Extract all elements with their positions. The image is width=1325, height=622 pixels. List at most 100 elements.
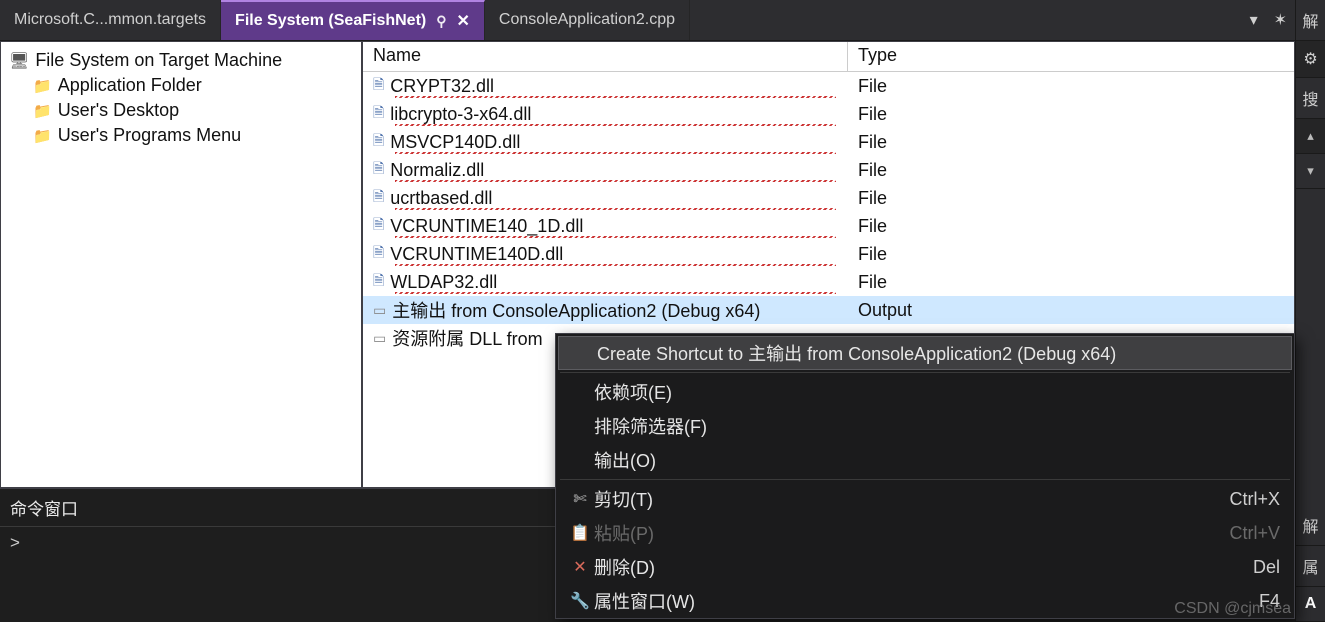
wrench-icon: 🔧 — [566, 591, 594, 611]
menu-item-label: 排除筛选器(F) — [594, 413, 1280, 439]
tree-item-label: File System on Target Machine — [35, 50, 282, 71]
list-item-type: Output — [848, 300, 1294, 321]
sidebar-stub-collapse[interactable]: ▴ — [1296, 119, 1325, 154]
list-item-name: MSVCP140D.dll — [390, 132, 520, 153]
output-icon: ▭ — [373, 302, 386, 319]
menu-item-cut[interactable]: ✄ 剪切(T) Ctrl+X — [556, 482, 1294, 516]
gear-icon: ✶ — [1274, 10, 1287, 30]
tree-item-label: User's Programs Menu — [58, 125, 242, 146]
file-icon: 🗎 — [373, 74, 384, 98]
list-item-type: File — [848, 188, 1294, 209]
tab-label: File System (SeaFishNet) — [235, 12, 426, 30]
file-icon: 🗎 — [373, 158, 384, 182]
tree-item-label: User's Desktop — [58, 100, 179, 121]
menu-item-label: 属性窗口(W) — [594, 588, 1220, 614]
pin-icon[interactable]: ⚲ — [436, 13, 446, 30]
menu-separator — [560, 372, 1290, 373]
file-icon: 🗎 — [373, 130, 384, 154]
menu-item-label: 删除(D) — [594, 554, 1220, 580]
folder-icon: 📁 — [33, 77, 52, 95]
sidebar-stub-gear[interactable]: ⚙ — [1296, 41, 1325, 78]
menu-item-properties-window[interactable]: 🔧 属性窗口(W) F4 — [556, 584, 1294, 618]
list-item-name: WLDAP32.dll — [390, 272, 497, 293]
close-icon[interactable]: ✕ — [456, 11, 469, 31]
list-row[interactable]: 🗎 ucrtbased.dll File — [363, 184, 1294, 212]
list-row[interactable]: 🗎VCRUNTIME140D.dllFile — [363, 240, 1294, 268]
column-header-name[interactable]: Name — [363, 42, 848, 71]
context-menu: Create Shortcut to 主输出 from ConsoleAppli… — [555, 333, 1295, 619]
list-item-name: ucrtbased.dll — [390, 188, 492, 209]
chevron-up-icon: ▴ — [1307, 128, 1314, 143]
list-row[interactable]: 🗎 WLDAP32.dll File — [363, 268, 1294, 296]
folder-icon: 📁 — [33, 102, 52, 120]
tree-item-users-programs-menu[interactable]: 📁 User's Programs Menu — [9, 123, 353, 148]
list-item-name: VCRUNTIME140D.dll — [390, 244, 563, 265]
delete-icon: ✕ — [566, 557, 594, 577]
output-icon: ▭ — [373, 330, 386, 347]
cut-icon: ✄ — [566, 489, 594, 509]
right-sidebar: 解 ⚙ 搜 ▴ ▾ 解 属 A — [1295, 0, 1325, 622]
menu-item-create-shortcut[interactable]: Create Shortcut to 主输出 from ConsoleAppli… — [558, 336, 1292, 370]
sidebar-stub-solution-explorer[interactable]: 解 — [1296, 0, 1325, 41]
list-item-type: File — [848, 76, 1294, 97]
tab-settings-gear[interactable]: ✶ — [1266, 0, 1295, 40]
folder-tree-pane: 🖥 File System on Target Machine 📁 Applic… — [0, 41, 362, 488]
menu-item-paste: 📋 粘贴(P) Ctrl+V — [556, 516, 1294, 550]
file-icon: 🗎 — [373, 214, 384, 238]
list-item-type: File — [848, 216, 1294, 237]
menu-item-outputs[interactable]: 输出(O) — [556, 443, 1294, 477]
menu-item-delete[interactable]: ✕ 删除(D) Del — [556, 550, 1294, 584]
sidebar-stub-properties[interactable]: 属 — [1296, 546, 1325, 587]
tab-label: ConsoleApplication2.cpp — [499, 11, 675, 29]
list-item-type: File — [848, 272, 1294, 293]
tab-microsoft-common-targets[interactable]: Microsoft.C...mmon.targets — [0, 0, 221, 40]
menu-item-label: 剪切(T) — [594, 486, 1220, 512]
file-icon: 🗎 — [373, 186, 384, 210]
tree-item-label: Application Folder — [58, 75, 202, 96]
tabs-overflow-dropdown[interactable]: ▾ — [1242, 0, 1266, 40]
menu-item-exclude-filter[interactable]: 排除筛选器(F) — [556, 409, 1294, 443]
sidebar-stub-search[interactable]: 搜 — [1296, 78, 1325, 119]
list-item-name: libcrypto-3-x64.dll — [390, 104, 531, 125]
menu-item-label: 输出(O) — [594, 447, 1280, 473]
list-item-name: VCRUNTIME140_1D.dll — [390, 216, 583, 237]
tree-item-application-folder[interactable]: 📁 Application Folder — [9, 73, 353, 98]
list-item-type: File — [848, 104, 1294, 125]
menu-item-dependencies[interactable]: 依赖项(E) — [556, 375, 1294, 409]
menu-item-accelerator: Ctrl+V — [1220, 523, 1280, 544]
tab-consoleapplication2-cpp[interactable]: ConsoleApplication2.cpp — [485, 0, 690, 40]
column-header-type[interactable]: Type — [848, 42, 1294, 71]
list-item-type: File — [848, 244, 1294, 265]
list-item-name: 资源附属 DLL from — [392, 325, 542, 351]
list-row[interactable]: 🗎CRYPT32.dllFile — [363, 72, 1294, 100]
list-row[interactable]: 🗎 MSVCP140D.dll File — [363, 128, 1294, 156]
list-row[interactable]: ▭ 主输出 from ConsoleApplication2 (Debug x64… — [363, 296, 1294, 324]
sidebar-stub-expand[interactable]: ▾ — [1296, 154, 1325, 189]
menu-item-accelerator: F4 — [1220, 591, 1280, 612]
sidebar-stub-a[interactable]: A — [1296, 587, 1325, 622]
menu-item-label: Create Shortcut to 主输出 from ConsoleAppli… — [597, 340, 1277, 366]
list-row[interactable]: 🗎 libcrypto-3-x64.dll File — [363, 100, 1294, 128]
menu-separator — [560, 479, 1290, 480]
chevron-down-icon: ▾ — [1250, 10, 1258, 30]
file-icon: 🗎 — [373, 270, 384, 294]
chevron-down-icon: ▾ — [1307, 163, 1314, 178]
list-item-name: Normaliz.dll — [390, 160, 484, 181]
tab-label: Microsoft.C...mmon.targets — [14, 11, 206, 29]
tree-item-root[interactable]: 🖥 File System on Target Machine — [9, 48, 353, 73]
list-item-type: File — [848, 132, 1294, 153]
list-item-name: 主输出 from ConsoleApplication2 (Debug x64) — [392, 297, 760, 323]
tree-item-users-desktop[interactable]: 📁 User's Desktop — [9, 98, 353, 123]
list-row[interactable]: 🗎Normaliz.dllFile — [363, 156, 1294, 184]
menu-item-label: 依赖项(E) — [594, 379, 1280, 405]
menu-item-accelerator: Del — [1220, 557, 1280, 578]
sidebar-stub-solution[interactable]: 解 — [1296, 505, 1325, 546]
file-icon: 🗎 — [373, 102, 384, 126]
machine-icon: 🖥 — [9, 51, 29, 71]
menu-item-label: 粘贴(P) — [594, 520, 1220, 546]
gear-icon: ⚙ — [1303, 51, 1317, 68]
menu-item-accelerator: Ctrl+X — [1220, 489, 1280, 510]
paste-icon: 📋 — [566, 523, 594, 543]
list-row[interactable]: 🗎 VCRUNTIME140_1D.dll File — [363, 212, 1294, 240]
tab-file-system[interactable]: File System (SeaFishNet) ⚲ ✕ — [221, 0, 485, 40]
